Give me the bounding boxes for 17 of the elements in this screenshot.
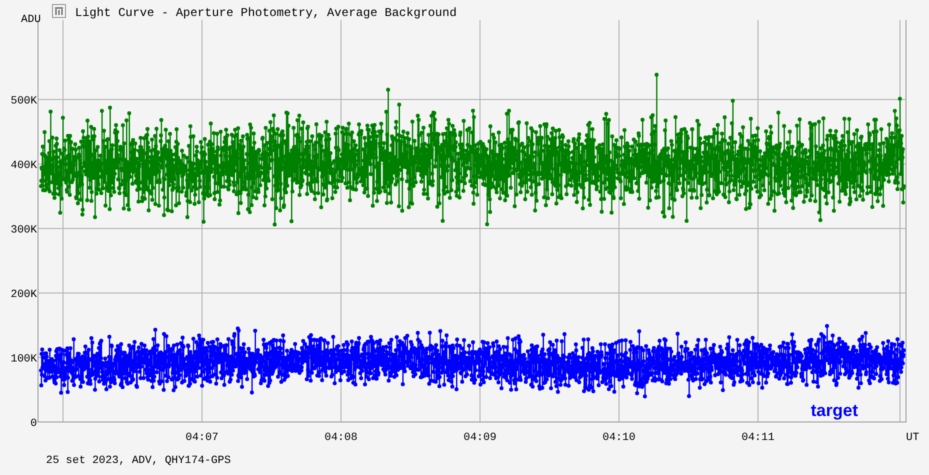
window-title: Light Curve - Aperture Photometry, Average Background [75, 6, 457, 20]
axis-tick-label: 04:10 [602, 432, 636, 444]
chart-icon [52, 4, 66, 18]
axis-tick-label: 04:09 [464, 432, 496, 444]
axis-tick-label: 300K [10, 224, 37, 236]
axis-tick-label: 200K [10, 289, 37, 301]
axis-tick-label: 04:07 [186, 432, 218, 444]
footer-text: 25 set 2023, ADV, QHY174-GPS [46, 455, 231, 467]
series-label: target [810, 401, 858, 420]
axis-tick-label: 0 [30, 418, 37, 430]
axis-tick-label: 500K [10, 96, 37, 108]
axis-unit: ADU [21, 14, 41, 26]
axis-tick-label: 100K [10, 354, 37, 366]
axis-unit: UT [906, 432, 920, 444]
axis-tick-label: 04:08 [324, 432, 358, 444]
axis-tick-label: 400K [10, 160, 37, 172]
axis-tick-label: 04:11 [742, 432, 774, 444]
